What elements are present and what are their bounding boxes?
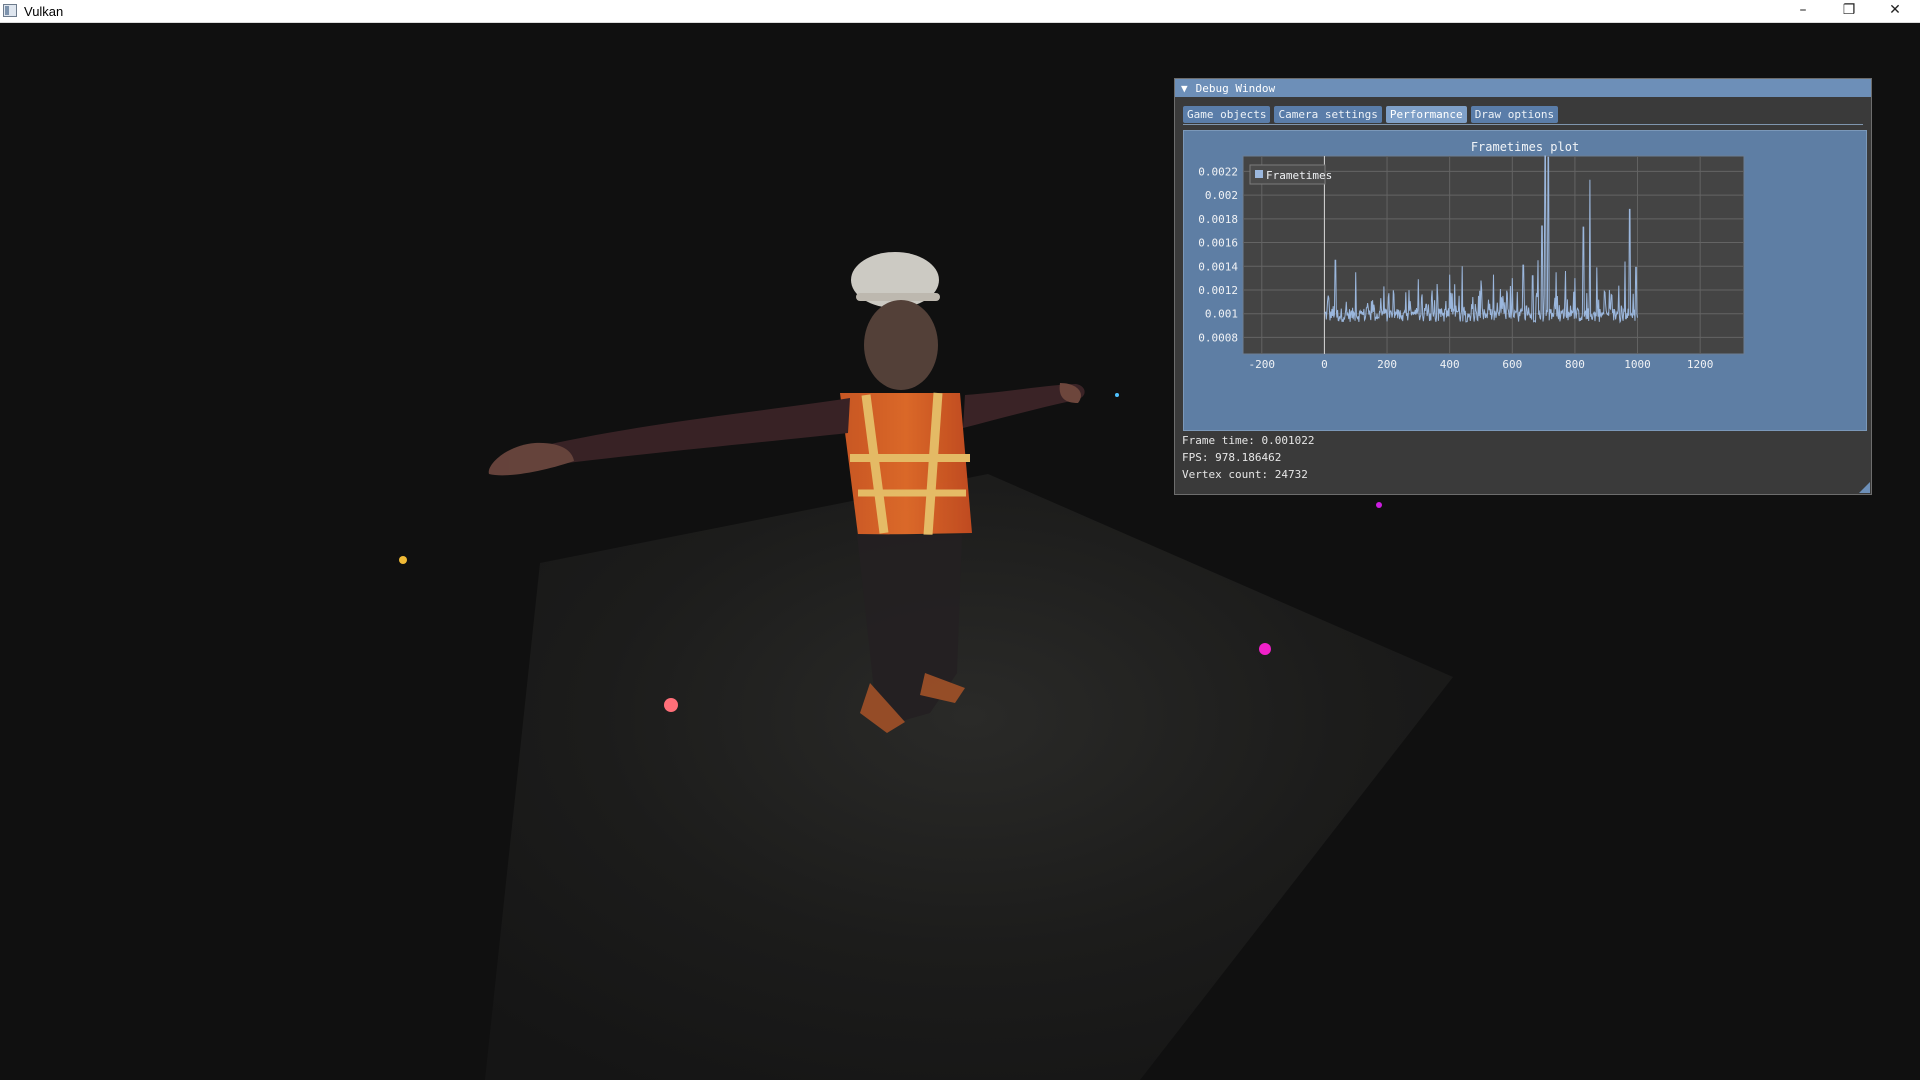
y-tick-label: 0.0012 [1198, 284, 1238, 297]
performance-stats: Frame time: 0.001022 FPS: 978.186462 Ver… [1182, 432, 1314, 483]
minimize-icon[interactable]: – [1780, 0, 1826, 22]
x-tick-label: 800 [1565, 358, 1585, 371]
tab-draw-options[interactable]: Draw options [1470, 106, 1559, 123]
y-tick-label: 0.0018 [1198, 213, 1238, 226]
maximize-icon[interactable]: ❐ [1826, 0, 1872, 22]
light-source-purple [1376, 502, 1382, 508]
x-tick-label: 200 [1377, 358, 1397, 371]
x-tick-label: 400 [1440, 358, 1460, 371]
debug-tabs: Game objects Camera settings Performance… [1183, 106, 1559, 123]
app-window-icon [3, 4, 17, 17]
frametimes-plot[interactable]: Frametimes plot -200 0 200 400 600 800 1000 120… [1183, 130, 1867, 431]
tab-game-objects[interactable]: Game objects [1183, 106, 1271, 123]
light-source-pink [664, 698, 678, 712]
ground-plane [485, 474, 1453, 1080]
y-tick-label: 0.0008 [1198, 331, 1238, 344]
x-tick-label: -200 [1249, 358, 1276, 371]
x-tick-label: 600 [1502, 358, 1522, 371]
light-source-magenta [1259, 643, 1271, 655]
light-source-cyan [1115, 393, 1119, 397]
legend-label: Frametimes [1266, 169, 1332, 182]
frame-time-text: Frame time: 0.001022 [1182, 434, 1315, 447]
tab-performance[interactable]: Performance [1385, 106, 1467, 123]
y-tick-label: 0.0016 [1198, 237, 1238, 250]
frametimes-chart[interactable]: -200 0 200 400 600 800 1000 1200 0.0008 0.001 0.00… [1184, 131, 1868, 432]
collapse-icon[interactable]: ▼ [1181, 82, 1188, 95]
debug-window[interactable]: ▼ Debug Window Game objects Camera setti… [1174, 78, 1872, 495]
y-tick-label: 0.001 [1205, 308, 1238, 321]
y-tick-label: 0.0022 [1198, 165, 1238, 178]
plot-area [1242, 155, 1745, 355]
y-tick-label: 0.0014 [1198, 260, 1238, 273]
x-tick-label: 1200 [1687, 358, 1714, 371]
vertex-count-text: Vertex count: 24732 [1182, 468, 1308, 481]
window-title: Vulkan [24, 4, 64, 19]
legend-swatch [1255, 170, 1263, 178]
close-icon[interactable]: ✕ [1872, 0, 1918, 22]
y-tick-label: 0.002 [1205, 189, 1238, 202]
tab-camera-settings[interactable]: Camera settings [1274, 106, 1382, 123]
debug-window-title-bar[interactable]: ▼ Debug Window [1175, 79, 1871, 97]
light-source-yellow [399, 556, 407, 564]
window-title-bar: Vulkan – ❐ ✕ [0, 0, 1920, 23]
debug-window-title: Debug Window [1195, 81, 1276, 95]
x-tick-label: 1000 [1624, 358, 1651, 371]
tab-underline [1183, 124, 1863, 125]
x-tick-label: 0 [1321, 358, 1328, 371]
resize-grip[interactable] [1859, 482, 1870, 493]
fps-text: FPS: 978.186462 [1182, 451, 1282, 464]
